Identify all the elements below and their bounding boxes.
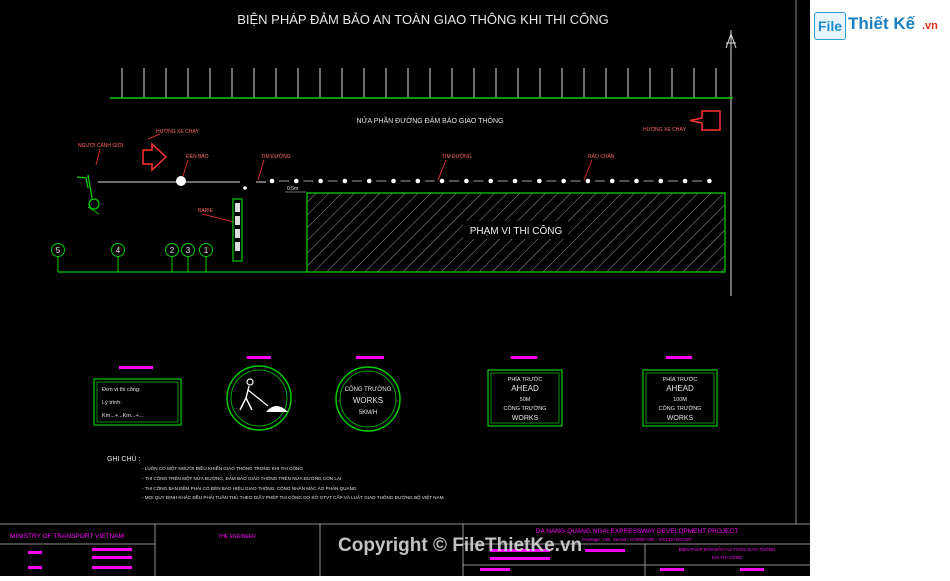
traffic-cone-icon bbox=[439, 178, 445, 184]
traffic-cone-icon bbox=[682, 178, 688, 184]
traffic-cone-icon bbox=[634, 178, 639, 184]
logo-file-badge: File bbox=[814, 12, 846, 40]
sign-marker-3: 3 bbox=[181, 243, 195, 257]
north-arrow-icon bbox=[725, 30, 737, 296]
traffic-cone-icon bbox=[318, 178, 323, 184]
svg-text:PHÍA TRƯỚC: PHÍA TRƯỚC bbox=[663, 376, 698, 383]
traffic-direction-arrow-right-icon bbox=[689, 110, 721, 131]
sheet-title-1: BIỆN PHÁP ĐẢM BẢO AN TOÀN GIAO THÔNG bbox=[679, 545, 776, 552]
notes-heading: GHI CHÚ : bbox=[107, 454, 141, 463]
svg-text:WORKS: WORKS bbox=[667, 415, 694, 422]
sheet-title-2: KHI THI CÔNG bbox=[712, 554, 743, 560]
svg-text:100M: 100M bbox=[673, 397, 687, 403]
ahead-50m-sign: PHÍA TRƯỚC AHEAD 50M CÔNG TRƯỜNG WORKS bbox=[487, 369, 563, 427]
direction-label-right: HƯỚNG XE CHẠY bbox=[643, 126, 687, 133]
svg-text:4: 4 bbox=[116, 246, 121, 255]
traffic-cone-icon bbox=[658, 178, 664, 184]
svg-text:5: 5 bbox=[56, 246, 61, 255]
warning-lamp-icon bbox=[176, 176, 186, 186]
traffic-direction-arrow-left-icon bbox=[142, 142, 168, 172]
flagman-icon bbox=[76, 174, 100, 215]
svg-text:Đơn vị thi công:: Đơn vị thi công: bbox=[102, 387, 141, 393]
svg-text:WORKS: WORKS bbox=[353, 396, 383, 405]
traffic-cone-icon bbox=[707, 178, 712, 184]
ahead-100m-sign: PHÍA TRƯỚC AHEAD 100M CÔNG TRƯỜNG WORKS bbox=[642, 369, 718, 427]
logo-thiet-ke: Thiết Kế bbox=[848, 14, 916, 33]
direction-label-left: HƯỚNG XE CHẠY bbox=[156, 128, 200, 135]
barrier-gate-label: BARIE bbox=[198, 208, 214, 214]
svg-text:CÔNG TRƯỜNG: CÔNG TRƯỜNG bbox=[345, 386, 392, 393]
traffic-cone-icon bbox=[342, 178, 348, 184]
copyright-watermark: Copyright © FileThietKe.vn bbox=[338, 535, 583, 556]
lamp-label: ĐÈN BÁO bbox=[186, 153, 209, 160]
sign-tags bbox=[119, 356, 692, 369]
spacing-dimension: 0.5m bbox=[287, 186, 298, 192]
project-label: DA NANG-QUANG NGAI EXPRESSWAY DEVELOPMEN… bbox=[536, 528, 738, 535]
work-zone-label: PHẠM VI THI CÔNG bbox=[470, 224, 563, 237]
traffic-cone-icon bbox=[464, 178, 469, 184]
drawing-title: BIỆN PHÁP ĐẢM BẢO AN TOÀN GIAO THÔNG KHI… bbox=[237, 12, 609, 27]
svg-text:PHÍA TRƯỚC: PHÍA TRƯỚC bbox=[508, 376, 543, 383]
road-works-sign-icon bbox=[226, 365, 292, 431]
cad-drawing: BIỆN PHÁP ĐẢM BẢO AN TOÀN GIAO THÔNG KHI… bbox=[0, 0, 810, 576]
small-lamp-icon bbox=[243, 186, 247, 190]
svg-text:CÔNG TRƯỜNG: CÔNG TRƯỜNG bbox=[659, 405, 702, 412]
site-logo: File Thiết Kế .vn bbox=[814, 12, 944, 42]
half-road-label: NỬA PHẦN ĐƯỜNG ĐẢM BẢO GIAO THÔNG bbox=[357, 115, 504, 125]
svg-text:Km...+...Km...+...: Km...+...Km...+... bbox=[102, 413, 144, 419]
barrier-label: RÀO CHẮN bbox=[588, 152, 615, 160]
note-3: - THI CÔNG BAN ĐÊM PHẢI CÓ ĐÈN BÁO HIỆU … bbox=[142, 484, 357, 491]
flagman-label: NGƯỜI CẢNH GIỚI bbox=[78, 142, 123, 149]
sign-marker-4: 4 bbox=[111, 243, 125, 257]
traffic-cone-icon bbox=[537, 178, 542, 184]
svg-text:3: 3 bbox=[186, 246, 191, 255]
svg-text:1: 1 bbox=[204, 246, 209, 255]
traffic-cone-icon bbox=[488, 178, 494, 184]
sign-marker-1: 1 bbox=[199, 243, 213, 257]
tick-row bbox=[121, 68, 717, 98]
engineer-label: THE ENGINEER bbox=[218, 534, 256, 540]
traffic-cone-icon bbox=[609, 178, 615, 184]
ministry-label: MINISTRY OF TRANSPORT VIETNAM bbox=[10, 533, 124, 540]
traffic-cone-icon bbox=[585, 178, 591, 184]
cone-row bbox=[269, 178, 712, 184]
drawing-svg: BIỆN PHÁP ĐẢM BẢO AN TOÀN GIAO THÔNG KHI… bbox=[0, 0, 810, 576]
traffic-cone-icon bbox=[415, 178, 421, 184]
traffic-cone-icon bbox=[294, 178, 299, 184]
sign-marker-2: 2 bbox=[165, 243, 179, 257]
svg-text:50M: 50M bbox=[520, 397, 531, 403]
traffic-cone-icon bbox=[391, 178, 396, 184]
traffic-cone-icon bbox=[269, 178, 275, 184]
svg-text:CÔNG TRƯỜNG: CÔNG TRƯỜNG bbox=[504, 405, 547, 412]
svg-text:5KM/H: 5KM/H bbox=[359, 410, 377, 416]
svg-text:AHEAD: AHEAD bbox=[666, 384, 694, 393]
sign-info-board: Đơn vị thi công: Lý trình: Km...+...Km..… bbox=[93, 378, 182, 426]
speed-limit-sign: CÔNG TRƯỜNG WORKS 5KM/H bbox=[335, 366, 401, 432]
note-1: - LUÔN CÓ MỘT NGƯỜI ĐIỀU KHIỂN GIAO THÔN… bbox=[142, 465, 303, 471]
note-2: - THI CÔNG TRÊN MỘT NỬA ĐƯỜNG, ĐẢM BẢO G… bbox=[142, 474, 341, 481]
package-label: Package: 14B, Section: Km065+000 - Km139… bbox=[582, 537, 692, 542]
centerline-label-1: TIM ĐƯỜNG bbox=[261, 153, 291, 160]
traffic-cone-icon bbox=[512, 178, 518, 184]
note-4: - MỌI QUY ĐỊNH KHÁC ĐỀU PHẢI TUÂN THỦ TH… bbox=[142, 493, 444, 500]
centerline-label-2: TIM ĐƯỜNG bbox=[442, 153, 472, 160]
barrier-gate-icon bbox=[232, 198, 243, 262]
svg-text:WORKS: WORKS bbox=[512, 415, 539, 422]
svg-text:AHEAD: AHEAD bbox=[511, 384, 539, 393]
traffic-cone-icon bbox=[561, 178, 566, 184]
svg-text:Lý trình:: Lý trình: bbox=[102, 400, 122, 406]
logo-domain: .vn bbox=[922, 20, 938, 32]
drawing-viewer: BIỆN PHÁP ĐẢM BẢO AN TOÀN GIAO THÔNG KHI… bbox=[0, 0, 950, 576]
traffic-cone-icon bbox=[366, 178, 372, 184]
sign-marker-5: 5 bbox=[51, 243, 65, 257]
svg-text:2: 2 bbox=[170, 246, 175, 255]
